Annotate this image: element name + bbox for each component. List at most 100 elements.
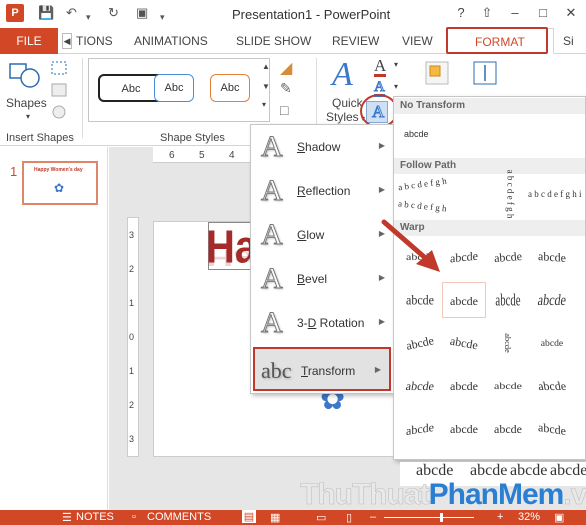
glow-icon: A — [261, 218, 284, 251]
edit-shape-icons[interactable] — [50, 60, 74, 120]
gallery-scroll-up-icon[interactable]: ▲ — [262, 62, 270, 71]
menu-item-transform[interactable]: abc Transform ▶ — [253, 347, 391, 391]
notes-icon[interactable]: ☰ — [62, 511, 72, 524]
comments-icon[interactable]: ▫ — [132, 511, 136, 523]
follow-path-arch-down[interactable]: a b c d e f g h — [398, 198, 448, 213]
warp-option[interactable]: abcde — [442, 368, 486, 404]
warp-option-label: abcde — [536, 379, 568, 393]
warp-option[interactable]: abcde — [398, 411, 442, 447]
follow-path-arch-up[interactable]: a b c d e f g h — [398, 176, 448, 193]
fit-slide-icon[interactable]: ▣ — [554, 511, 564, 524]
warp-option-label: abcde — [540, 337, 564, 349]
warp-option[interactable]: abcde — [398, 325, 442, 361]
warp-option-label: abcde — [538, 420, 566, 438]
tab-review[interactable]: REVIEW — [332, 28, 379, 54]
menu-item-bevel[interactable]: A Bevel ▶ — [251, 257, 393, 301]
help-button[interactable]: ? — [450, 4, 472, 22]
gallery-scroll-down-icon[interactable]: ▼ — [262, 82, 270, 91]
quick-styles-icon[interactable]: A — [332, 56, 353, 94]
warp-option[interactable]: abcde — [486, 239, 530, 275]
zoom-in-icon[interactable]: + — [497, 511, 503, 523]
warp-option[interactable]: abcde — [442, 325, 486, 361]
zoom-slider-thumb[interactable] — [440, 513, 443, 522]
start-from-beginning-icon[interactable]: ▣ — [136, 5, 148, 21]
zoom-slider[interactable] — [384, 517, 474, 518]
slide-thumbnail[interactable]: Happy Women's day ✿ — [22, 161, 98, 205]
warp-option[interactable]: abcde — [442, 282, 486, 318]
minimize-button[interactable]: – — [504, 4, 526, 22]
warp-option-label: abcde — [406, 420, 434, 438]
slide-thumbnails-pane: 1 Happy Women's day ✿ — [0, 147, 108, 510]
text-fill-dropdown-icon[interactable]: ▾ — [394, 60, 398, 69]
slide-sorter-icon[interactable]: ▦ — [270, 511, 280, 524]
save-icon[interactable]: 💾 — [38, 5, 54, 21]
styles-label[interactable]: Styles — [326, 110, 359, 124]
thumb-title: Happy Women's day — [34, 167, 83, 173]
slideshow-icon[interactable]: ▯ — [346, 511, 352, 524]
warp-option[interactable]: abcde — [398, 282, 442, 318]
no-transform-option[interactable]: abcde — [404, 129, 429, 139]
zoom-out-icon[interactable]: – — [370, 511, 376, 523]
tab-animations[interactable]: ANIMATIONS — [134, 28, 208, 54]
text-fill-icon[interactable]: A — [374, 57, 387, 77]
warp-option[interactable]: abcde — [442, 239, 486, 275]
shape-effects-icon[interactable]: □ — [280, 102, 288, 118]
tab-file[interactable]: FILE — [0, 28, 58, 54]
follow-path-button[interactable]: a b c d e f g h i — [528, 189, 581, 199]
tab-transitions[interactable]: TIONS — [76, 28, 113, 54]
menu-item-shadow[interactable]: A Shadow ▶ — [251, 125, 393, 169]
ruler-mark: 5 — [199, 150, 205, 161]
tab-view[interactable]: VIEW — [402, 28, 433, 54]
warp-option[interactable]: abcde — [486, 282, 530, 318]
warp-option[interactable]: abcde — [530, 325, 574, 361]
watermark-logo: ThuThuatPhanMem.vn — [300, 478, 586, 512]
menu-item-3d-rotation[interactable]: A 3-D Rotation ▶ — [251, 301, 393, 345]
menu-item-reflection[interactable]: A Reflection ▶ — [251, 169, 393, 213]
close-button[interactable]: ✕ — [560, 4, 582, 22]
shape-style-blue[interactable]: Abc — [154, 74, 194, 102]
reading-view-icon[interactable]: ▭ — [316, 511, 326, 524]
warp-option[interactable]: abcde — [530, 411, 574, 447]
normal-view-icon[interactable]: ▤ — [242, 510, 256, 523]
tab-slide-show[interactable]: SLIDE SHOW — [236, 28, 311, 54]
submenu-arrow-icon: ▶ — [378, 317, 385, 326]
comments-button[interactable]: COMMENTS — [147, 511, 211, 523]
shape-style-orange[interactable]: Abc — [210, 74, 250, 102]
menu-item-glow[interactable]: A Glow ▶ — [251, 213, 393, 257]
arrange-icon[interactable] — [424, 60, 450, 86]
tab-sign-in[interactable]: Si — [563, 28, 574, 54]
warp-option[interactable]: abcde — [486, 411, 530, 447]
shape-fill-icon[interactable]: ◢ — [280, 58, 292, 78]
undo-icon[interactable]: ↶ — [66, 5, 77, 21]
customize-toolbar-icon[interactable]: ▾ — [160, 9, 165, 25]
warp-option[interactable]: abcde — [530, 239, 574, 275]
shapes-icon[interactable] — [8, 60, 42, 94]
warp-option[interactable]: abcde — [486, 325, 530, 361]
warp-option[interactable]: abcde — [398, 368, 442, 404]
maximize-button[interactable]: □ — [532, 4, 554, 22]
warp-option-label: abcde — [450, 294, 478, 308]
gallery-more-icon[interactable]: ▾ — [262, 100, 266, 109]
warp-option[interactable]: abcde — [530, 368, 574, 404]
shapes-label[interactable]: Shapes — [6, 96, 47, 110]
warp-option-label: abcde — [494, 422, 522, 436]
shapes-dropdown-icon[interactable]: ▾ — [26, 112, 30, 121]
warp-option[interactable]: abcde — [530, 282, 574, 318]
notes-button[interactable]: NOTES — [76, 511, 114, 523]
format-tab-highlight — [446, 27, 548, 54]
tab-scroll-left-icon[interactable]: ◀ — [62, 33, 72, 49]
warp-option[interactable]: abcde — [486, 368, 530, 404]
text-outline-dropdown-icon[interactable]: ▾ — [394, 82, 398, 91]
transform-gallery: No Transform abcde Follow Path a b c d e… — [393, 96, 586, 460]
follow-path-circle[interactable]: a b c d e f g h — [505, 170, 515, 219]
shape-outline-icon[interactable]: ✎ — [280, 80, 292, 97]
zoom-level[interactable]: 32% — [518, 511, 540, 523]
size-icon[interactable] — [472, 60, 498, 86]
warp-option[interactable]: abcde — [442, 411, 486, 447]
ribbon-display-icon[interactable]: ⇧ — [476, 4, 498, 22]
transform-icon: abc — [261, 358, 292, 383]
redo-icon[interactable]: ↻ — [108, 5, 119, 21]
undo-dropdown-icon[interactable]: ▾ — [86, 9, 91, 25]
quick-styles-label[interactable]: Quick — [332, 96, 363, 110]
warp-option-label: abcde — [450, 379, 478, 393]
